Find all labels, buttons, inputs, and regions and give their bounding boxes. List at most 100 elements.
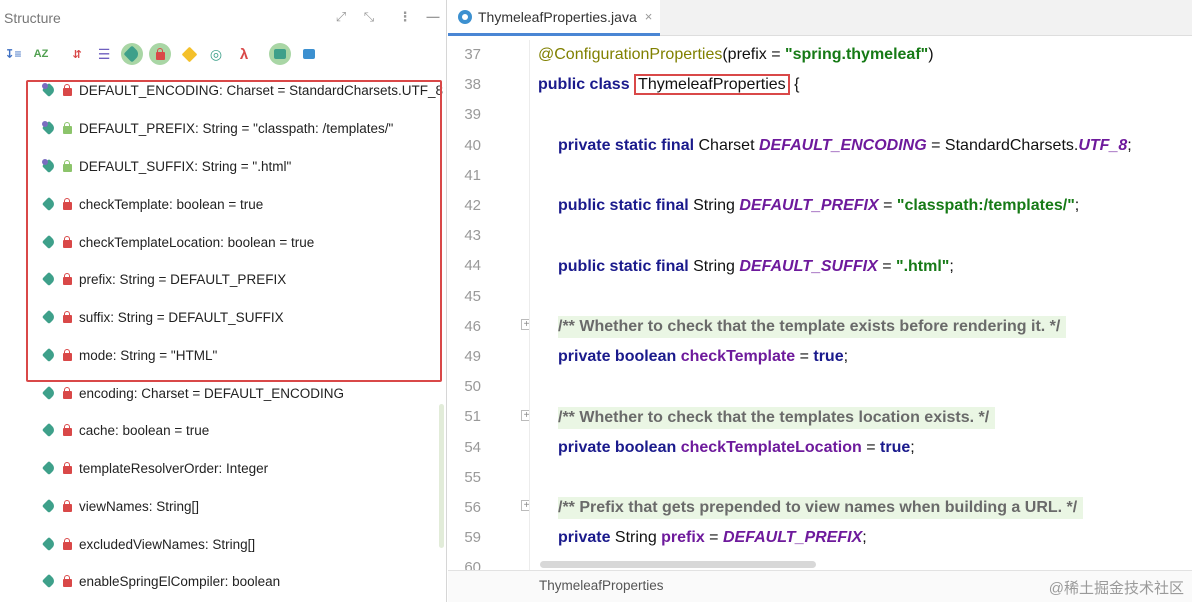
lock-icon bbox=[62, 159, 72, 172]
close-icon[interactable]: × bbox=[645, 9, 653, 24]
code-line-40: private static final Charset DEFAULT_ENC… bbox=[558, 135, 1132, 157]
field-tag-icon bbox=[123, 45, 141, 63]
code-line-46: /** Whether to check that the template e… bbox=[558, 316, 1067, 338]
doc-comment: /** Whether to check that the templates … bbox=[558, 409, 990, 426]
tree-item-label: checkTemplateLocation: boolean = true bbox=[79, 234, 315, 250]
tree-item[interactable]: DEFAULT_ENCODING: Charset = StandardChar… bbox=[41, 80, 443, 100]
lock-icon bbox=[155, 47, 165, 60]
constant-value: DEFAULT_PREFIX bbox=[722, 529, 863, 546]
tree-item[interactable]: mode: String = "HTML" bbox=[41, 345, 218, 365]
sort-by-visibility-button[interactable]: ↧≡ bbox=[2, 43, 24, 65]
tree-item-label: mode: String = "HTML" bbox=[79, 347, 218, 363]
tree-item[interactable]: excludedViewNames: String[] bbox=[41, 534, 255, 554]
code-text: = bbox=[704, 529, 723, 546]
field-name: prefix bbox=[661, 529, 705, 546]
line-number: 55 bbox=[464, 468, 481, 486]
tree-item[interactable]: viewNames: String[] bbox=[41, 496, 199, 516]
more-options-icon[interactable]: ⋮ bbox=[397, 9, 413, 25]
breadcrumb-class[interactable]: ThymeleafProperties bbox=[539, 578, 664, 593]
string-literal: "spring.thymeleaf" bbox=[785, 46, 929, 63]
inherited-icon: ⇵ bbox=[72, 48, 82, 61]
tree-item[interactable]: suffix: String = DEFAULT_SUFFIX bbox=[41, 307, 284, 327]
tree-item-label: prefix: String = DEFAULT_PREFIX bbox=[79, 271, 287, 287]
lock-icon bbox=[62, 461, 72, 474]
autoscroll-to-source-button[interactable] bbox=[269, 43, 291, 65]
sort-alphabetically-button[interactable]: AZ bbox=[30, 43, 52, 65]
lock-icon bbox=[62, 235, 72, 248]
code-text: ; bbox=[949, 258, 954, 275]
collapse-all-icon[interactable]: ⤡ bbox=[361, 9, 377, 25]
property-diamond-icon bbox=[181, 46, 197, 62]
group-methods-button[interactable]: ☰ bbox=[93, 43, 115, 65]
tree-item-label: DEFAULT_SUFFIX: String = ".html" bbox=[79, 158, 292, 174]
code-line-54: private boolean checkTemplateLocation = … bbox=[558, 437, 915, 459]
structure-scrollbar[interactable] bbox=[439, 404, 444, 548]
line-number: 59 bbox=[464, 529, 481, 547]
static-field-icon bbox=[41, 82, 57, 98]
keyword: private static final bbox=[558, 137, 695, 154]
show-properties-button[interactable] bbox=[178, 43, 200, 65]
code-text: ; bbox=[1074, 197, 1080, 214]
tree-item[interactable]: enableSpringElCompiler: boolean bbox=[41, 571, 280, 591]
sort-alpha-icon: AZ bbox=[33, 48, 49, 60]
constant-value: UTF_8 bbox=[1078, 137, 1128, 154]
keyword: public static final bbox=[558, 197, 689, 214]
tab-thymeleaf-properties[interactable]: ThymeleafProperties.java × bbox=[448, 0, 661, 36]
show-anonymous-button[interactable]: ◎ bbox=[205, 43, 227, 65]
tree-item-label: encoding: Charset = DEFAULT_ENCODING bbox=[79, 385, 344, 401]
tree-item[interactable]: checkTemplate: boolean = true bbox=[41, 194, 263, 214]
line-number: 40 bbox=[464, 136, 481, 154]
code-text: = bbox=[861, 439, 881, 456]
code-text: ; bbox=[1127, 137, 1132, 154]
lock-icon bbox=[62, 310, 72, 323]
code-text: ; bbox=[862, 529, 867, 546]
static-field-icon bbox=[41, 120, 57, 136]
code-area[interactable]: @ConfigurationProperties(prefix = "sprin… bbox=[530, 40, 1192, 570]
structure-header: Structure ⤢ ⤡ ⋮ — bbox=[0, 0, 447, 36]
tab-label: ThymeleafProperties.java bbox=[478, 8, 637, 25]
show-fields-button[interactable] bbox=[121, 43, 143, 65]
line-number: 46 bbox=[464, 317, 481, 335]
autoscroll-to-source-icon bbox=[274, 49, 286, 59]
lock-icon bbox=[62, 423, 72, 436]
tree-item[interactable]: cache: boolean = true bbox=[41, 420, 209, 440]
hide-panel-icon[interactable]: — bbox=[425, 9, 441, 25]
constant-name: DEFAULT_ENCODING bbox=[758, 137, 927, 154]
expand-all-icon[interactable]: ⤢ bbox=[333, 9, 349, 25]
boolean-literal: true bbox=[813, 348, 844, 365]
horizontal-scrollbar[interactable] bbox=[540, 561, 816, 568]
tree-item[interactable]: templateResolverOrder: Integer bbox=[41, 458, 268, 478]
tree-item-label: suffix: String = DEFAULT_SUFFIX bbox=[79, 309, 284, 325]
field-icon bbox=[41, 234, 57, 250]
string-literal: ".html" bbox=[895, 258, 950, 275]
line-number: 43 bbox=[464, 227, 481, 245]
tree-item[interactable]: encoding: Charset = DEFAULT_ENCODING bbox=[41, 383, 344, 403]
tree-item[interactable]: checkTemplateLocation: boolean = true bbox=[41, 232, 315, 252]
string-literal: "classpath:/templates/" bbox=[896, 197, 1075, 214]
field-icon bbox=[41, 536, 57, 552]
lock-icon bbox=[62, 348, 72, 361]
tree-item[interactable]: DEFAULT_PREFIX: String = "classpath: /te… bbox=[41, 118, 394, 138]
show-lambdas-button[interactable]: λ bbox=[233, 43, 255, 65]
line-number: 54 bbox=[464, 438, 481, 456]
tree-item-label: DEFAULT_PREFIX: String = "classpath: /te… bbox=[79, 120, 394, 136]
field-icon bbox=[41, 309, 57, 325]
code-text: ; bbox=[843, 348, 849, 365]
field-icon bbox=[41, 422, 57, 438]
tree-item[interactable]: DEFAULT_SUFFIX: String = ".html" bbox=[41, 156, 292, 176]
line-number: 38 bbox=[464, 76, 481, 94]
field-name: checkTemplate bbox=[676, 348, 796, 365]
show-non-public-button[interactable] bbox=[149, 43, 171, 65]
line-number: 41 bbox=[464, 166, 481, 184]
constant-name: DEFAULT_SUFFIX bbox=[739, 258, 878, 275]
code-text: ; bbox=[910, 439, 915, 456]
show-inherited-button[interactable]: ⇵ bbox=[66, 43, 88, 65]
tree-item[interactable]: prefix: String = DEFAULT_PREFIX bbox=[41, 269, 287, 289]
list-icon: ☰ bbox=[97, 45, 111, 62]
editor-tabbar: ThymeleafProperties.java × bbox=[448, 0, 1192, 36]
autoscroll-from-source-button[interactable] bbox=[298, 43, 320, 65]
constant-name: DEFAULT_PREFIX bbox=[739, 197, 879, 214]
doc-comment: /** Prefix that gets prepended to view n… bbox=[558, 499, 1078, 516]
structure-title: Structure bbox=[4, 10, 61, 26]
sort-by-visibility-icon: ↧≡ bbox=[4, 47, 22, 61]
